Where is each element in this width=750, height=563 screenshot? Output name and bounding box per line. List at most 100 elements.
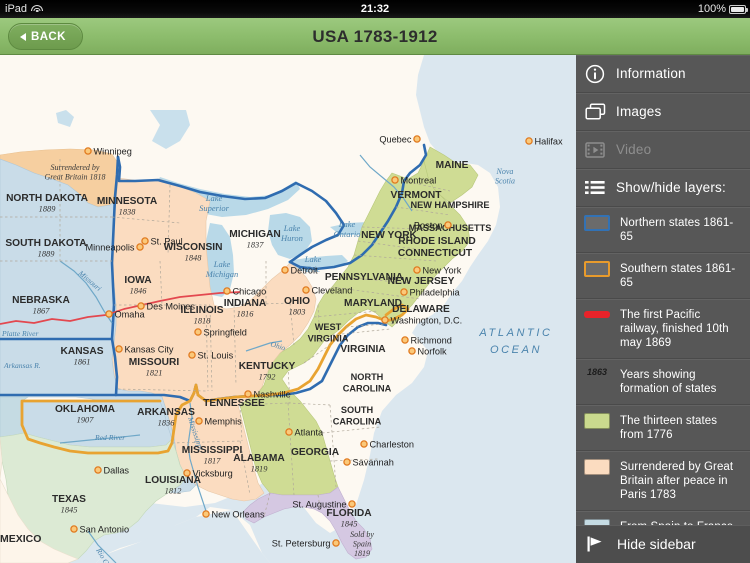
state-label: NORTH DAKOTA [6,193,89,204]
state-label: NEW HAMPSHIRE [410,200,489,210]
ios-status-bar: iPad 21:32 100% [0,0,750,18]
city-dot [413,135,421,143]
lake-label: Michigan [205,269,239,279]
state-label: DELAWARE [392,304,450,315]
legend-label-years-formation: Years showing formation of states [620,369,717,395]
city-marker[interactable]: Charleston [360,439,414,449]
sidebar-label-show-hide-layers: Show/hide layers: [616,180,726,195]
city-marker[interactable]: Minneapolis [85,242,144,252]
page-title: USA 1783-1912 [312,27,438,46]
state-label: NORTH [351,372,384,382]
state-year-label: 1845 [61,506,78,515]
legend-item-northern-states[interactable]: Northern states 1861-65 [576,207,750,253]
city-dot [281,266,289,274]
state-label: CAROLINA [343,384,392,394]
state-label: MISSOURI [129,357,180,368]
city-dot [194,328,202,336]
map-canvas[interactable]: ATLANTICOCEANGULF OFMEXICOLakeSuperiorLa… [0,55,576,563]
state-label: MICHIGAN [229,229,281,240]
city-dot [105,310,113,318]
city-label: St. Petersburg [272,538,331,548]
state-label: VERMONT [391,190,443,201]
state-label: VIRGINIA [340,344,386,355]
state-year-label: 1818 [194,317,212,326]
sidebar-panel: Information Images Video Show/hide layer… [576,55,750,563]
lake-label: Lake [213,259,231,269]
city-label: Halifax [535,136,563,146]
city-label: Chicago [233,286,267,296]
back-button[interactable]: BACK [8,23,83,50]
city-label: Washington, D.C. [391,315,463,325]
legend-label-thirteen-states: The thirteen states from 1776 [620,415,718,441]
state-label: SOUTH [341,405,374,415]
state-year-label: 1867 [33,307,51,316]
city-marker[interactable]: Kansas City [115,344,174,354]
city-dot [348,500,356,508]
city-label: Winnipeg [94,146,132,156]
city-marker[interactable]: St. Augustine [292,499,356,509]
state-label: SOUTH DAKOTA [5,238,87,249]
city-label: Vicksburg [193,468,233,478]
swatch-thirteen-states [584,413,610,429]
city-dot [136,243,144,251]
swatch-britain-1783 [584,459,610,475]
map-annotation: Spain [353,540,371,549]
legend-label-pacific-railway: The first Pacific railway, finished 10th… [620,309,729,349]
state-label: ALABAMA [233,453,285,464]
city-label: Des Moines [147,301,196,311]
state-year-label: 1889 [39,205,57,214]
sidebar-item-images[interactable]: Images [576,93,750,131]
city-dot [244,390,252,398]
city-dot [360,440,368,448]
app-title-bar: BACK USA 1783-1912 [0,18,750,55]
state-label: CONNECTICUT [398,248,473,259]
state-label: KENTUCKY [239,361,296,372]
sidebar-item-information[interactable]: Information [576,55,750,93]
legend-item-pacific-railway[interactable]: The first Pacific railway, finished 10th… [576,299,750,359]
map-annotation: Surrendered by [51,163,100,172]
hide-sidebar-button[interactable]: Hide sidebar [576,525,750,563]
sidebar-item-video[interactable]: Video [576,131,750,169]
city-marker[interactable]: Springfield [194,327,247,337]
state-label: OKLAHOMA [55,404,116,415]
swatch-southern-states [584,261,610,277]
map-annotation: MEXICO [0,533,41,545]
city-dot [302,286,310,294]
state-label: VIRGINIA [308,334,349,344]
map-annotation: Nova [496,167,514,176]
sidebar-label-images: Images [616,104,662,119]
city-dot [137,302,145,310]
city-label: Norfolk [418,346,448,356]
city-label: Atlanta [295,427,324,437]
legend-item-britain-1783[interactable]: Surrendered by Great Britain after peace… [576,451,750,511]
status-bar-clock: 21:32 [360,3,390,15]
flag-right-icon [584,533,606,555]
city-dot [202,510,210,518]
city-marker[interactable]: Philadelphia [400,287,461,297]
city-label: Minneapolis [85,242,134,252]
legend-item-thirteen-states[interactable]: The thirteen states from 1776 [576,405,750,451]
state-year-label: 1838 [119,208,137,217]
city-dot [343,458,351,466]
river-label: Arkansas R. [3,361,41,370]
state-year-label: 1792 [259,373,276,382]
map-annotation: Scotia [495,177,515,186]
city-label: Richmond [411,335,452,345]
city-dot [525,137,533,145]
city-marker[interactable]: San Antonio [70,524,129,534]
battery-icon [729,4,748,14]
map-annotation: Sold by [350,530,374,539]
city-marker[interactable]: Washington, D.C. [381,315,463,325]
sidebar-item-show-hide-layers[interactable]: Show/hide layers: [576,169,750,207]
city-marker[interactable]: Des Moines [137,301,196,311]
state-label: NEBRASKA [12,295,70,306]
state-year-label: 1907 [77,416,95,425]
state-year-label: 1889 [38,250,56,259]
city-marker[interactable]: St. Petersburg [272,538,340,548]
city-dot [413,266,421,274]
legend-item-years-formation[interactable]: 1863 Years showing formation of states [576,359,750,405]
status-bar-right: 100% [698,0,748,18]
city-marker[interactable]: New Orleans [202,509,265,519]
state-label: NEW JERSEY [388,276,455,287]
legend-item-southern-states[interactable]: Southern states 1861-65 [576,253,750,299]
